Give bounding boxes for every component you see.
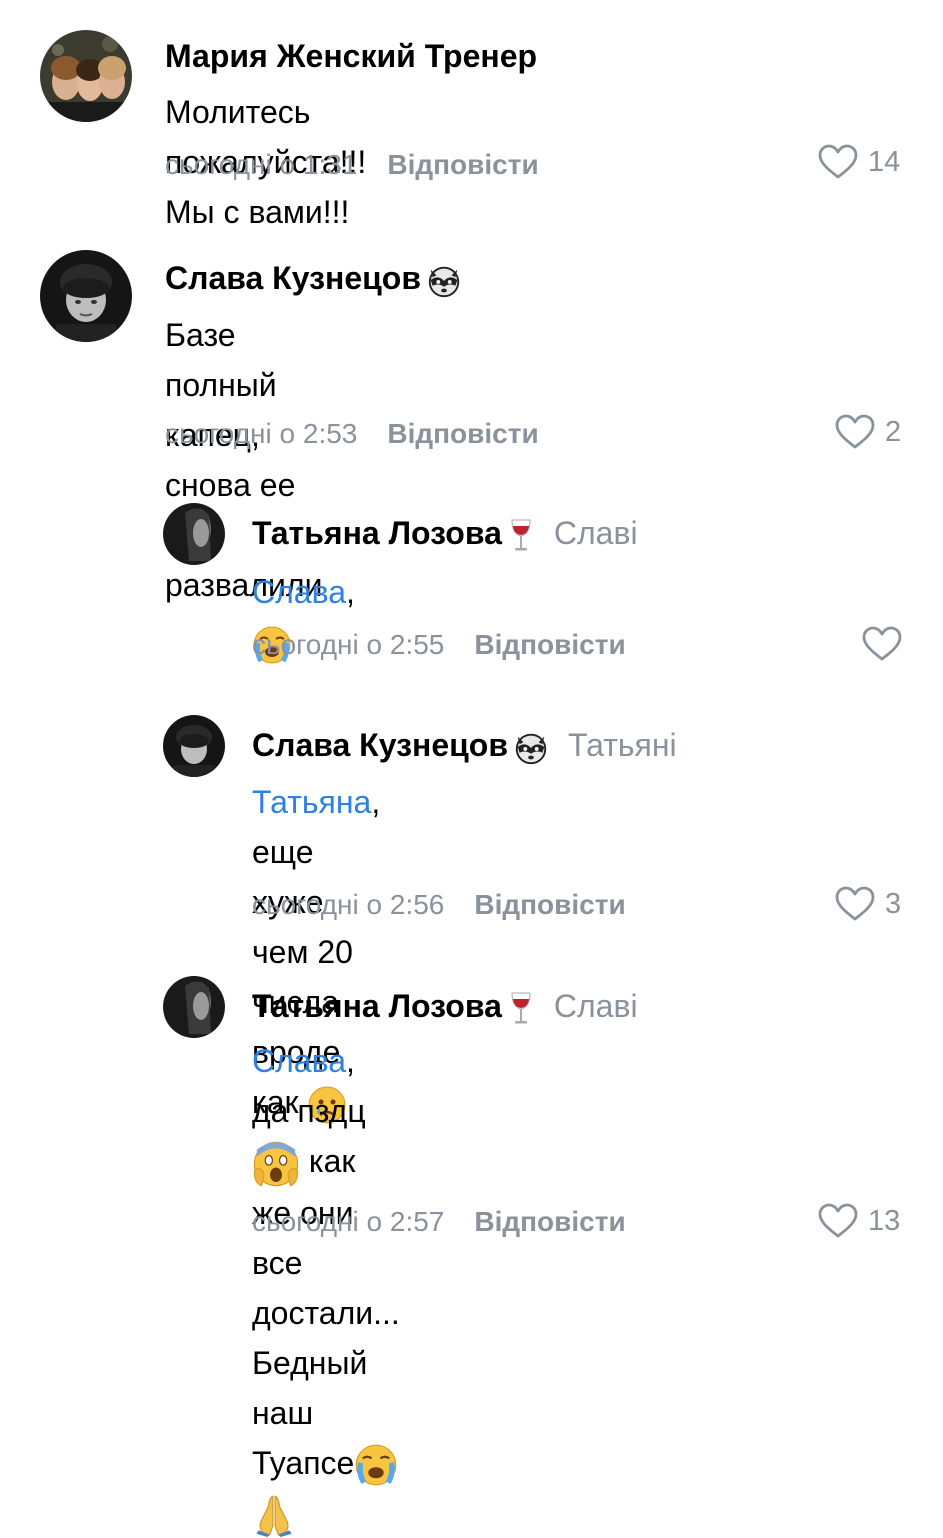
raccoon-emoji-icon bbox=[512, 729, 550, 767]
like-button[interactable]: 2 bbox=[835, 414, 901, 450]
mention-link[interactable]: Татьяна bbox=[252, 784, 371, 820]
author-name[interactable]: Мария Женский Тренер bbox=[165, 38, 537, 74]
comment-author[interactable]: Слава Кузнецов bbox=[165, 258, 463, 300]
screaming-face-icon bbox=[252, 1140, 300, 1188]
author-name[interactable]: Слава Кузнецов bbox=[165, 260, 421, 296]
comment-author[interactable]: Татьяна Лозова Славі bbox=[252, 513, 638, 556]
avatar[interactable] bbox=[163, 715, 225, 777]
comment-time: сьогодні о 1:31 bbox=[165, 149, 358, 180]
comment-meta: сьогодні о 2:53 Відповісти bbox=[165, 417, 539, 451]
comment-meta: сьогодні о 2:57 Відповісти bbox=[252, 1205, 626, 1239]
reply-to-label[interactable]: Славі bbox=[554, 515, 638, 551]
heart-icon bbox=[818, 144, 858, 180]
heart-icon bbox=[835, 414, 875, 450]
reply-button[interactable]: Відповісти bbox=[387, 149, 538, 180]
like-button[interactable]: 3 bbox=[835, 886, 901, 922]
comment-meta: сьогодні о 2:56 Відповісти bbox=[252, 888, 626, 922]
heart-icon bbox=[862, 626, 902, 662]
reply-button[interactable]: Відповісти bbox=[474, 889, 625, 920]
reply-to-label[interactable]: Татьяні bbox=[568, 727, 677, 763]
like-count: 2 bbox=[885, 415, 902, 448]
author-name[interactable]: Слава Кузнецов bbox=[252, 727, 508, 763]
reply-button[interactable]: Відповісти bbox=[474, 629, 625, 660]
reply-button[interactable]: Відповісти bbox=[474, 1206, 625, 1237]
avatar[interactable] bbox=[163, 503, 225, 565]
like-button[interactable] bbox=[862, 626, 902, 662]
avatar[interactable] bbox=[40, 30, 132, 122]
comment-meta: сьогодні о 1:31 Відповісти bbox=[165, 148, 539, 182]
avatar[interactable] bbox=[163, 976, 225, 1038]
mention-link[interactable]: Слава bbox=[252, 1043, 346, 1079]
avatar[interactable] bbox=[40, 250, 132, 342]
comment-time: сьогодні о 2:57 bbox=[252, 1206, 445, 1237]
reply-to-label[interactable]: Славі bbox=[554, 988, 638, 1024]
mention-link[interactable]: Слава bbox=[252, 574, 346, 610]
comment-time: сьогодні о 2:53 bbox=[165, 418, 358, 449]
comment-time: сьогодні о 2:56 bbox=[252, 889, 445, 920]
comment-text-body: , bbox=[346, 574, 355, 610]
heart-icon bbox=[818, 1203, 858, 1239]
like-button[interactable]: 14 bbox=[818, 144, 900, 180]
author-name[interactable]: Татьяна Лозова bbox=[252, 515, 502, 551]
comment-text: Слава, да пздц как же они все достали...… bbox=[252, 1036, 400, 1538]
like-count: 3 bbox=[885, 887, 902, 920]
folded-hands-icon bbox=[252, 1493, 296, 1537]
raccoon-emoji-icon bbox=[425, 262, 463, 300]
comment-meta: сьогодні о 2:55 Відповісти bbox=[252, 628, 626, 662]
comment-author[interactable]: Татьяна Лозова Славі bbox=[252, 986, 638, 1029]
comment-author[interactable]: Мария Женский Тренер bbox=[165, 36, 537, 76]
wine-glass-icon bbox=[506, 989, 536, 1029]
wine-glass-icon bbox=[506, 516, 536, 556]
comment-text: Базе полный капец, снова ее всю развалил… bbox=[165, 310, 322, 610]
like-count: 14 bbox=[868, 145, 901, 178]
like-count: 13 bbox=[868, 1204, 901, 1237]
reply-button[interactable]: Відповісти bbox=[387, 418, 538, 449]
heart-icon bbox=[835, 886, 875, 922]
like-button[interactable]: 13 bbox=[818, 1203, 900, 1239]
comment-time: сьогодні о 2:55 bbox=[252, 629, 445, 660]
comment-author[interactable]: Слава Кузнецов Татьяні bbox=[252, 725, 677, 767]
loudly-crying-face-icon bbox=[354, 1443, 398, 1487]
author-name[interactable]: Татьяна Лозова bbox=[252, 988, 502, 1024]
